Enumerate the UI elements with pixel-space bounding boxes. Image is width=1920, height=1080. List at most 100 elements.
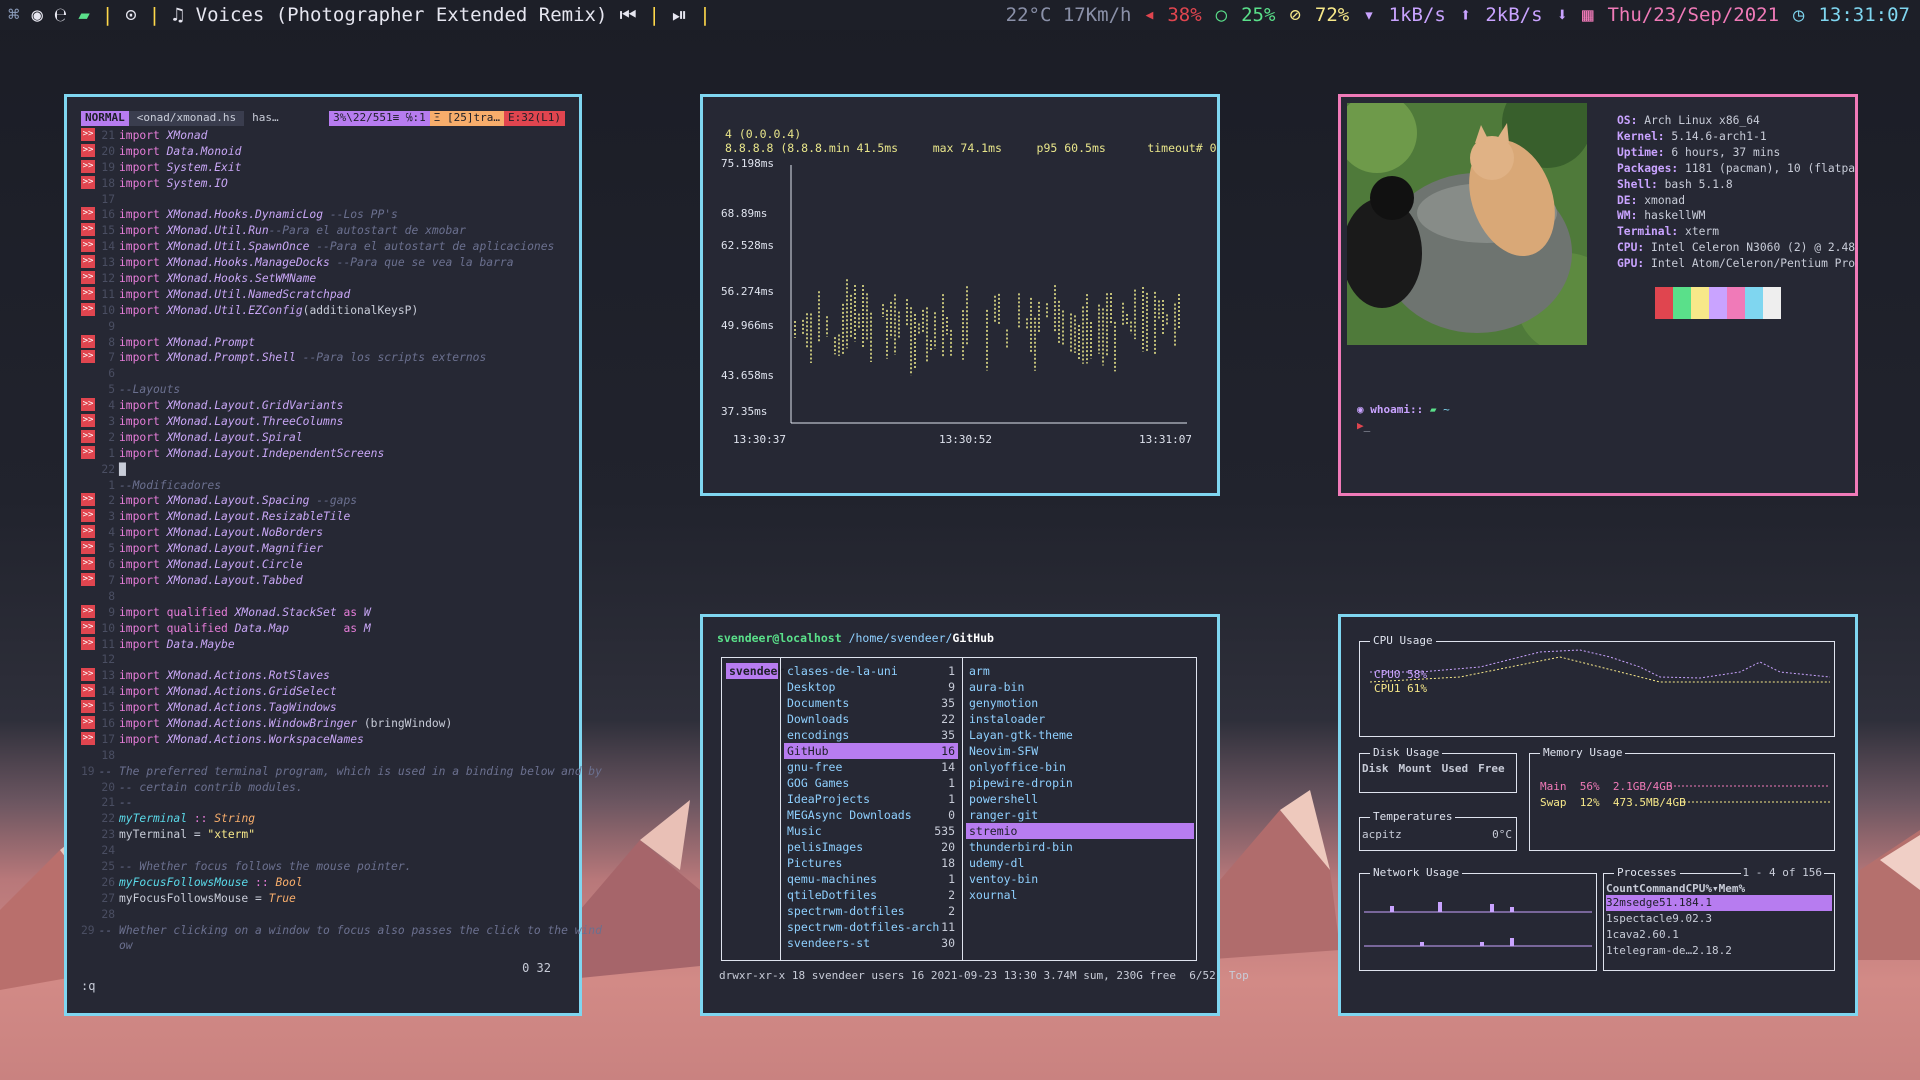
music-prev-icon[interactable]: ⏮: [619, 4, 636, 26]
dir-entry[interactable]: qemu-machines 1: [784, 871, 958, 887]
code-line[interactable]: 24: [81, 843, 565, 859]
code-line[interactable]: >> 17 import XMonad.Actions.WorkspaceNames: [81, 731, 565, 748]
vim-buffer[interactable]: >> 21 import XMonad >> 20 import Data.Monoid >…: [81, 128, 602, 954]
process-column-header[interactable]: Mem%: [1719, 882, 1746, 895]
preview-entry[interactable]: instaloader: [966, 711, 1194, 727]
neofetch-window[interactable]: OS: Arch Linux x86_64 Kernel: 5.14.6-arch…: [1338, 94, 1858, 496]
code-line[interactable]: 21 --: [81, 795, 565, 811]
preview-entry[interactable]: arm: [966, 663, 1194, 679]
dir-entry[interactable]: pelisImages 20: [784, 839, 958, 855]
code-line[interactable]: 23 myTerminal = "xterm": [81, 827, 565, 843]
dir-entry[interactable]: svendeers-st 30: [784, 935, 958, 951]
preview-entry[interactable]: ranger-git: [966, 807, 1194, 823]
code-line[interactable]: >> 3 import XMonad.Layout.ResizableTile: [81, 509, 565, 525]
dir-entry[interactable]: Pictures 18: [784, 855, 958, 871]
code-line[interactable]: >> 13 import XMonad.Hooks.ManageDocks --Pa…: [81, 255, 565, 271]
code-line[interactable]: 19 -- The preferred terminal program, whi…: [81, 764, 602, 780]
files-icon[interactable]: ▰: [78, 4, 89, 26]
process-column-header[interactable]: Count: [1606, 882, 1639, 895]
code-line[interactable]: ow: [81, 938, 565, 954]
code-line[interactable]: 22 myTerminal :: String: [81, 811, 565, 827]
code-line[interactable]: 22 █: [81, 462, 565, 478]
dir-entry[interactable]: MEGAsync Downloads 0: [784, 807, 958, 823]
code-line[interactable]: >> 2 import XMonad.Layout.Spacing --gaps: [81, 493, 565, 509]
code-line[interactable]: >> 4 import XMonad.Layout.GridVariants: [81, 398, 565, 414]
dir-entry[interactable]: spectrwm-dotfiles-arch 11: [784, 919, 958, 935]
dir-entry[interactable]: Music 535: [784, 823, 958, 839]
code-line[interactable]: >> 15 import XMonad.Actions.TagWindows: [81, 700, 565, 716]
preview-entry[interactable]: aura-bin: [966, 679, 1194, 695]
dir-entry[interactable]: Documents 35: [784, 695, 958, 711]
dir-entry[interactable]: Desktop 9: [784, 679, 958, 695]
code-line[interactable]: 17: [81, 192, 565, 208]
code-line[interactable]: 18: [81, 748, 565, 764]
preview-entry[interactable]: pipewire-dropin: [966, 775, 1194, 791]
preview-entry[interactable]: Neovim-SFW: [966, 743, 1194, 759]
code-line[interactable]: 8: [81, 589, 565, 605]
process-column-header[interactable]: CPU%▾: [1685, 882, 1718, 895]
code-line[interactable]: >> 18 import System.IO: [81, 175, 565, 192]
ranger-window[interactable]: svendeer@localhost /home/svendeer/GitHub…: [700, 614, 1249, 1016]
dir-entry[interactable]: gnu-free 14: [784, 759, 958, 775]
code-line[interactable]: >> 10 import XMonad.Util.EZConfig (addition…: [81, 302, 565, 319]
code-line[interactable]: >> 3 import XMonad.Layout.ThreeColumns: [81, 414, 565, 430]
preview-entry[interactable]: onlyoffice-bin: [966, 759, 1194, 775]
code-line[interactable]: 27 myFocusFollowsMouse = True: [81, 891, 565, 907]
preview-entry[interactable]: xournal: [966, 887, 1194, 903]
code-line[interactable]: 29 -- Whether clicking on a window to foc…: [81, 923, 602, 939]
code-line[interactable]: >> 14 import XMonad.Actions.GridSelect: [81, 684, 565, 700]
code-line[interactable]: 28: [81, 907, 565, 923]
code-line[interactable]: 25 -- Whether focus follows the mouse poi…: [81, 859, 565, 875]
ranger-columns[interactable]: svendeer clases-de-la-uni 1 Desktop 9 Docume…: [721, 657, 1197, 961]
code-line[interactable]: >> 20 import Data.Monoid: [81, 143, 565, 160]
code-line[interactable]: >> 16 import XMonad.Hooks.DynamicLog --Los…: [81, 207, 565, 223]
preview-entry[interactable]: stremio: [966, 823, 1194, 839]
code-line[interactable]: >> 10 import qualified Data.Map as M: [81, 620, 565, 637]
code-line[interactable]: >> 11 import Data.Maybe: [81, 636, 565, 653]
parent-column[interactable]: svendeer: [726, 663, 784, 679]
code-line[interactable]: 1 --Modificadores: [81, 478, 565, 494]
parent-dir[interactable]: svendeer: [726, 663, 784, 679]
dir-entry[interactable]: qtileDotfiles 2: [784, 887, 958, 903]
preview-entry[interactable]: Layan-gtk-theme: [966, 727, 1194, 743]
code-line[interactable]: >> 8 import XMonad.Prompt: [81, 334, 565, 351]
code-line[interactable]: >> 11 import XMonad.Util.NamedScratchpad: [81, 286, 565, 303]
preview-entry[interactable]: udemy-dl: [966, 855, 1194, 871]
process-row[interactable]: 1spectacle9.02.3: [1606, 911, 1832, 927]
code-line[interactable]: 9: [81, 319, 565, 335]
chrome-icon[interactable]: ◉: [31, 4, 42, 26]
code-line[interactable]: >> 5 import XMonad.Layout.Magnifier: [81, 541, 565, 557]
code-line[interactable]: >> 19 import System.Exit: [81, 159, 565, 176]
process-row[interactable]: 1cava2.60.1: [1606, 927, 1832, 943]
gtop-window[interactable]: CPU Usage CPU0 58% CPU1 61% Disk Usage D…: [1338, 614, 1858, 1016]
vim-cmdline[interactable]: :q: [81, 979, 95, 993]
code-line[interactable]: >> 13 import XMonad.Actions.RotSlaves: [81, 668, 565, 684]
code-line[interactable]: >> 7 import XMonad.Layout.Tabbed: [81, 572, 565, 589]
vlc-icon[interactable]: ⊙: [125, 4, 136, 26]
code-line[interactable]: >> 21 import XMonad: [81, 128, 565, 144]
code-line[interactable]: >> 9 import qualified XMonad.StackSet as W: [81, 604, 565, 621]
emacs-icon[interactable]: ℮: [55, 4, 66, 26]
preview-entry[interactable]: ventoy-bin: [966, 871, 1194, 887]
code-line[interactable]: 26 myFocusFollowsMouse :: Bool: [81, 875, 565, 891]
music-play-icon[interactable]: ⏯: [672, 4, 687, 26]
code-line[interactable]: 12: [81, 652, 565, 668]
current-column[interactable]: clases-de-la-uni 1 Desktop 9 Documents 35 Down…: [784, 663, 958, 951]
process-row[interactable]: 32msedge51.184.1: [1606, 895, 1832, 911]
code-line[interactable]: >> 1 import XMonad.Layout.IndependentScree…: [81, 445, 565, 462]
process-row[interactable]: 1telegram-de…2.18.2: [1606, 943, 1832, 959]
code-line[interactable]: >> 6 import XMonad.Layout.Circle: [81, 557, 565, 573]
dir-entry[interactable]: IdeaProjects 1: [784, 791, 958, 807]
code-line[interactable]: >> 7 import XMonad.Prompt.Shell --Para los…: [81, 350, 565, 366]
code-line[interactable]: >> 4 import XMonad.Layout.NoBorders: [81, 525, 565, 541]
process-column-header[interactable]: Command: [1639, 882, 1685, 895]
code-line[interactable]: >> 12 import XMonad.Hooks.SetWMName: [81, 271, 565, 287]
dir-entry[interactable]: Downloads 22: [784, 711, 958, 727]
dir-entry[interactable]: GOG Games 1: [784, 775, 958, 791]
code-line[interactable]: 20 -- certain contrib modules.: [81, 780, 565, 796]
ping-graph-window[interactable]: 4 (0.0.0.4) 8.8.8.8 (8.8.8.min 41.5ms ma…: [700, 94, 1220, 496]
preview-entry[interactable]: powershell: [966, 791, 1194, 807]
volume-icon[interactable]: ◀: [1146, 8, 1154, 23]
dir-entry[interactable]: spectrwm-dotfiles 2: [784, 903, 958, 919]
code-line[interactable]: >> 15 import XMonad.Util.Run --Para el auto…: [81, 223, 565, 239]
